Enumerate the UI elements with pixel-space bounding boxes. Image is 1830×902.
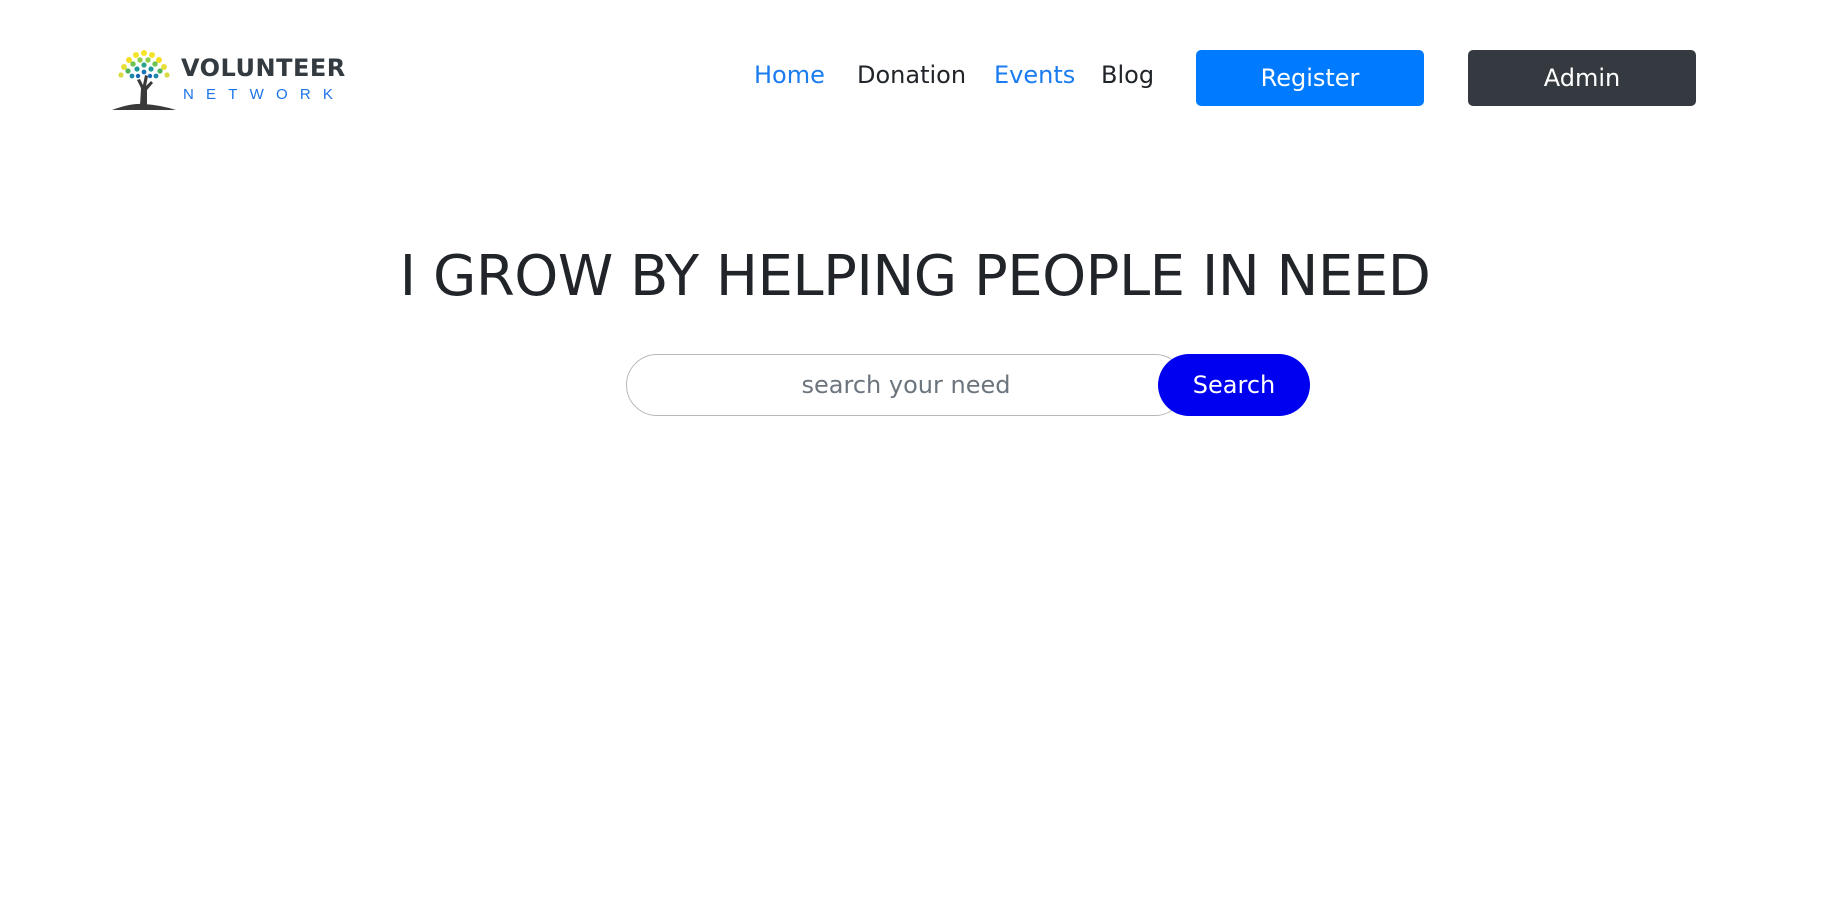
nav-events-link[interactable]: Events [994, 59, 1075, 91]
hero-title: I GROW BY HELPING PEOPLE IN NEED [399, 244, 1431, 309]
register-button[interactable]: Register [1196, 50, 1424, 106]
nav-home-link[interactable]: Home [754, 59, 825, 91]
search-input[interactable] [626, 354, 1186, 416]
admin-button[interactable]: Admin [1468, 50, 1696, 106]
brand-name: VOLUNTEER [181, 54, 346, 82]
tree-icon [112, 50, 176, 110]
search-form: Search [626, 354, 1310, 416]
nav-blog-link[interactable]: Blog [1101, 59, 1154, 91]
search-button[interactable]: Search [1158, 354, 1310, 416]
site-header: VOLUNTEER NETWORK Home Donation Events B… [0, 0, 1830, 160]
brand-subname: NETWORK [183, 86, 346, 103]
brand-logo[interactable]: VOLUNTEER NETWORK [110, 48, 345, 112]
nav-donation-link[interactable]: Donation [857, 59, 966, 91]
